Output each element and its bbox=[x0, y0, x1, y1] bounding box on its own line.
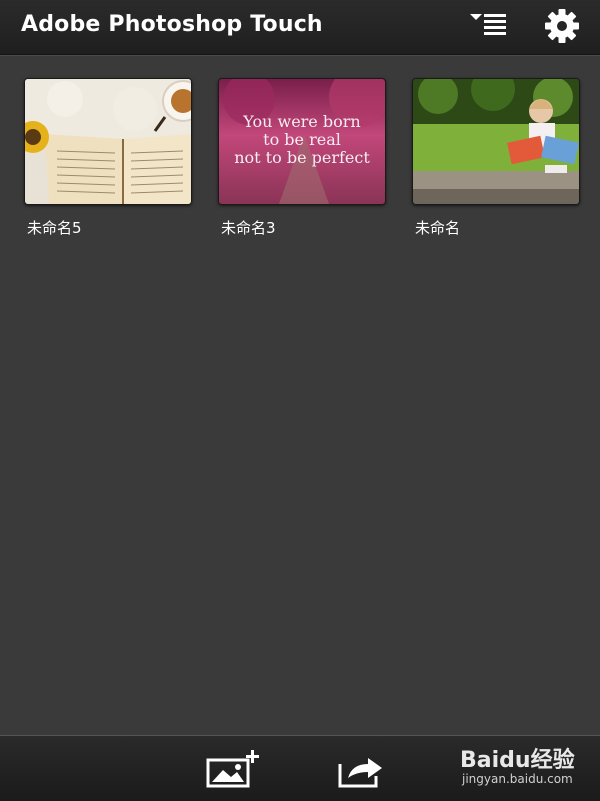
project-tile[interactable]: 未命名5 bbox=[24, 78, 192, 238]
girl-reading-on-bench-photo bbox=[413, 79, 579, 204]
project-thumbnail[interactable] bbox=[412, 78, 580, 205]
quote-line-1: You were born bbox=[242, 112, 360, 131]
book-sunflower-teacup-photo bbox=[25, 79, 191, 204]
sort-menu-button[interactable] bbox=[468, 8, 508, 46]
baidu-watermark: Baidu经验 jingyan.baidu.com bbox=[458, 736, 598, 798]
quote-line-2: to be real bbox=[263, 130, 341, 149]
share-icon bbox=[338, 758, 382, 788]
project-name: 未命名3 bbox=[221, 219, 276, 237]
share-button[interactable] bbox=[330, 746, 390, 792]
watermark-url: jingyan.baidu.com bbox=[462, 772, 573, 786]
sort-list-icon bbox=[470, 14, 506, 35]
add-image-icon bbox=[206, 750, 259, 788]
project-tile[interactable]: 未命名 bbox=[412, 78, 580, 238]
project-name: 未命名5 bbox=[27, 219, 82, 237]
app-title: Adobe Photoshop Touch bbox=[21, 12, 323, 37]
add-image-button[interactable] bbox=[203, 746, 263, 792]
project-thumbnail[interactable]: You were born to be real not to be perfe… bbox=[218, 78, 386, 205]
quote-line-3: not to be perfect bbox=[234, 148, 370, 167]
settings-button[interactable] bbox=[542, 8, 582, 46]
project-thumbnail[interactable] bbox=[24, 78, 192, 205]
project-tile[interactable]: You were born to be real not to be perfe… bbox=[218, 78, 386, 238]
top-app-bar: Adobe Photoshop Touch bbox=[0, 0, 600, 55]
pink-trees-quote-photo: You were born to be real not to be perfe… bbox=[219, 79, 385, 204]
gear-icon bbox=[545, 9, 579, 43]
watermark-brand: Baidu经验 bbox=[460, 748, 575, 773]
project-name: 未命名 bbox=[415, 219, 461, 237]
